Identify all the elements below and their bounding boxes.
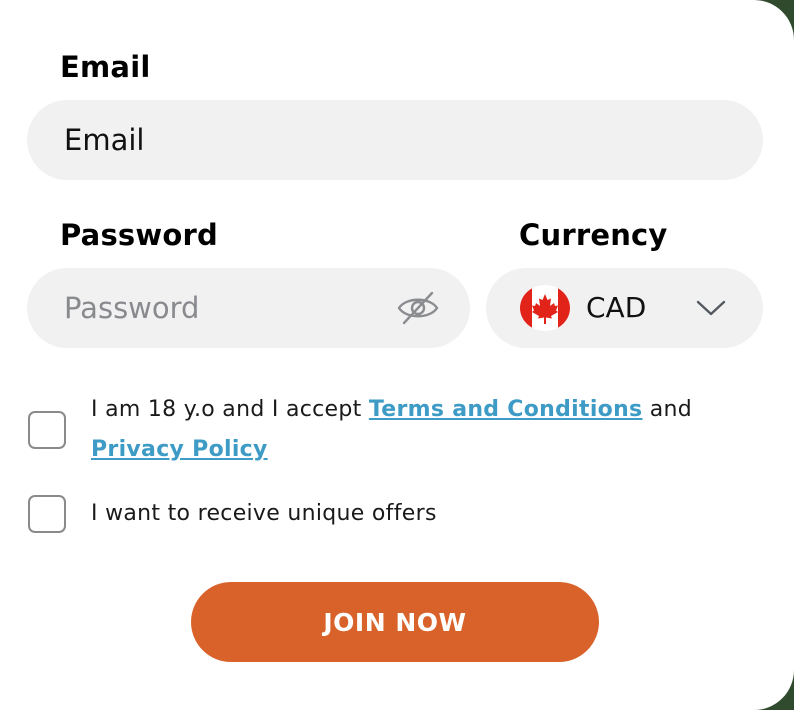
currency-select[interactable]: CAD <box>486 268 763 348</box>
terms-middle-text: and <box>642 397 693 422</box>
email-field-container[interactable] <box>27 100 763 180</box>
password-label: Password <box>60 218 218 252</box>
currency-value: CAD <box>586 291 647 324</box>
terms-checkbox[interactable] <box>28 411 66 449</box>
password-field-container[interactable] <box>27 268 470 348</box>
offers-text: I want to receive unique offers <box>91 501 437 526</box>
offers-checkbox[interactable] <box>28 495 66 533</box>
chevron-down-icon[interactable] <box>695 298 727 318</box>
password-input[interactable] <box>64 268 384 348</box>
privacy-policy-link[interactable]: Privacy Policy <box>91 437 268 462</box>
terms-and-conditions-link[interactable]: Terms and Conditions <box>369 397 643 422</box>
terms-consent-text: I am 18 y.o and I accept Terms and Condi… <box>91 390 751 470</box>
join-now-button[interactable]: JOIN NOW <box>191 582 599 662</box>
email-input[interactable] <box>64 100 724 180</box>
terms-prefix-text: I am 18 y.o and I accept <box>91 397 369 422</box>
canada-flag-icon <box>520 285 570 331</box>
email-label: Email <box>60 50 151 84</box>
eye-slash-icon[interactable] <box>396 290 440 326</box>
currency-label: Currency <box>519 218 668 252</box>
registration-form: Email Password Currency CAD I am 18 y.o … <box>0 0 794 710</box>
